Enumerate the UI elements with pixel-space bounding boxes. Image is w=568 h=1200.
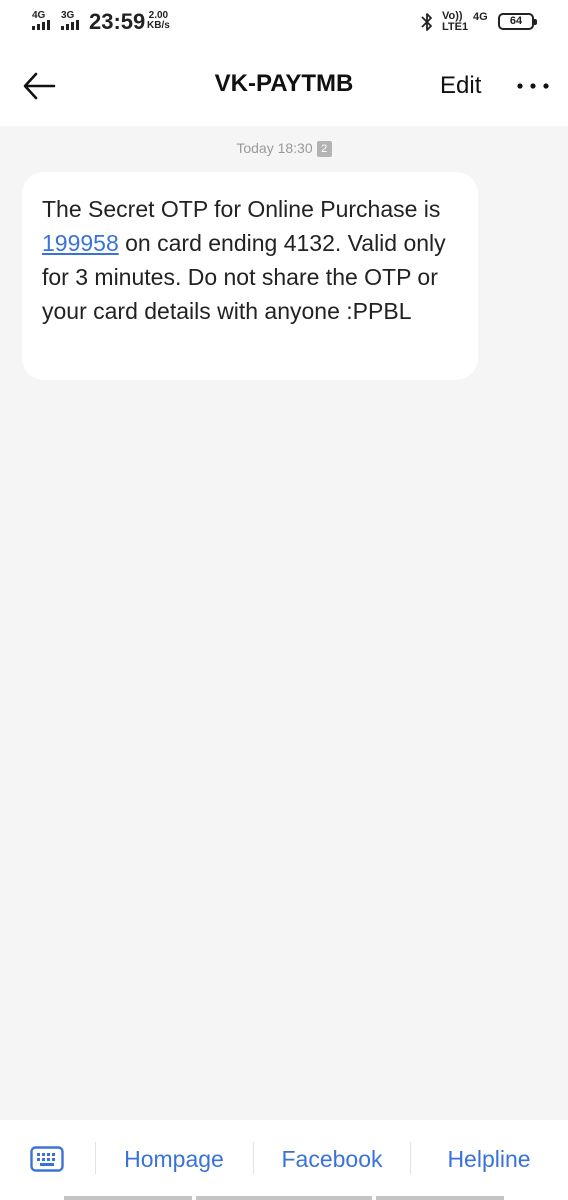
quick-menu-bar: Hompage Facebook Helpline [0, 1120, 568, 1200]
battery-icon: 64 [498, 13, 537, 30]
edit-button[interactable]: Edit [440, 72, 481, 100]
signal-icon: 4G [32, 10, 58, 32]
back-arrow-icon[interactable] [20, 70, 60, 102]
bluetooth-icon [421, 13, 432, 31]
nav-segment [196, 1196, 372, 1200]
nav-segment [64, 1196, 192, 1200]
messaging-screen: 4G 3G 23:59 2.00 KB/s Vo)) LTE1 4G 64 VK… [0, 0, 568, 1200]
network-speed: 2.00 KB/s [147, 11, 170, 31]
volte-bottom-label: LTE1 [442, 21, 469, 33]
network-speed-unit: KB/s [147, 20, 170, 31]
keyboard-icon[interactable] [30, 1146, 64, 1172]
message-text-start: The Secret OTP for Online Purchase is [42, 196, 441, 222]
battery-level: 64 [509, 15, 523, 27]
message-timestamp: Today 18:30 2 [0, 140, 568, 157]
menu-item-helpline[interactable]: Helpline [419, 1146, 559, 1173]
clock: 23:59 [89, 9, 146, 34]
more-icon[interactable] [514, 74, 554, 98]
status-bar: 4G 3G 23:59 2.00 KB/s Vo)) LTE1 4G 64 [0, 0, 568, 46]
conversation-header: VK-PAYTMB Edit [0, 46, 568, 126]
timestamp-text: Today 18:30 [236, 140, 313, 156]
contact-title: VK-PAYTMB [214, 70, 354, 97]
menu-divider [253, 1142, 254, 1174]
signal-icon: 3G [61, 10, 87, 32]
menu-divider [95, 1142, 96, 1174]
nav-segment [376, 1196, 504, 1200]
otp-link[interactable]: 199958 [42, 230, 119, 256]
sim-badge: 2 [316, 141, 332, 157]
message-bubble[interactable]: The Secret OTP for Online Purchase is 19… [22, 172, 478, 380]
menu-divider [410, 1142, 411, 1174]
volte-indicator: Vo)) LTE1 [442, 11, 468, 33]
sim-right-network-label: 4G [473, 11, 488, 23]
menu-item-hompage[interactable]: Hompage [104, 1146, 244, 1173]
menu-item-facebook[interactable]: Facebook [262, 1146, 402, 1173]
